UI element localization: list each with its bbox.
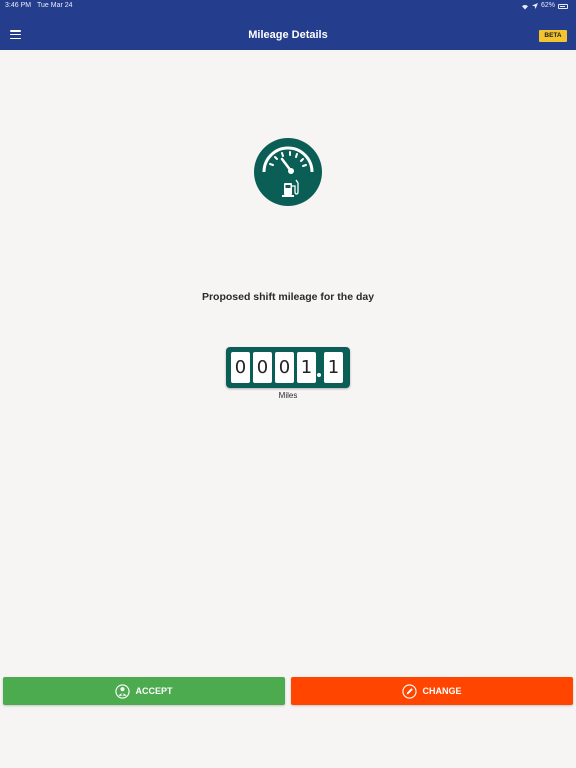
accept-button[interactable]: ACCEPT bbox=[3, 677, 285, 705]
odometer-digit: 0 bbox=[275, 352, 294, 383]
wifi-icon bbox=[521, 4, 528, 9]
status-indicators: 62% bbox=[521, 0, 568, 12]
change-button-label: CHANGE bbox=[422, 686, 462, 696]
fuel-gauge-icon bbox=[254, 138, 322, 206]
change-button[interactable]: CHANGE bbox=[291, 677, 573, 705]
page-title: Mileage Details bbox=[248, 29, 328, 41]
odometer: 0 0 0 1 1 bbox=[226, 347, 350, 388]
battery-percent: 62% bbox=[540, 2, 555, 9]
mileage-unit-label: Miles bbox=[278, 391, 298, 400]
location-arrow-icon bbox=[531, 3, 538, 9]
status-time: 3:46 PM bbox=[5, 2, 32, 9]
odometer-digit: 1 bbox=[324, 352, 343, 383]
mileage-prompt: Proposed shift mileage for the day bbox=[201, 291, 375, 303]
beta-badge: BETA bbox=[539, 30, 567, 42]
battery-icon bbox=[558, 3, 568, 9]
odometer-digit: 0 bbox=[253, 352, 272, 383]
odometer-digit: 1 bbox=[297, 352, 316, 383]
odometer-decimal-point bbox=[317, 373, 321, 377]
pencil-icon bbox=[402, 683, 418, 699]
app-header: 3:46 PM Tue Mar 24 62% Mileage Details B… bbox=[0, 0, 576, 50]
accept-button-label: ACCEPT bbox=[135, 686, 173, 696]
status-date: Tue Mar 24 bbox=[37, 2, 73, 9]
odometer-digit: 0 bbox=[231, 352, 250, 383]
status-bar: 3:46 PM Tue Mar 24 62% bbox=[0, 0, 576, 12]
driver-icon bbox=[115, 683, 131, 699]
